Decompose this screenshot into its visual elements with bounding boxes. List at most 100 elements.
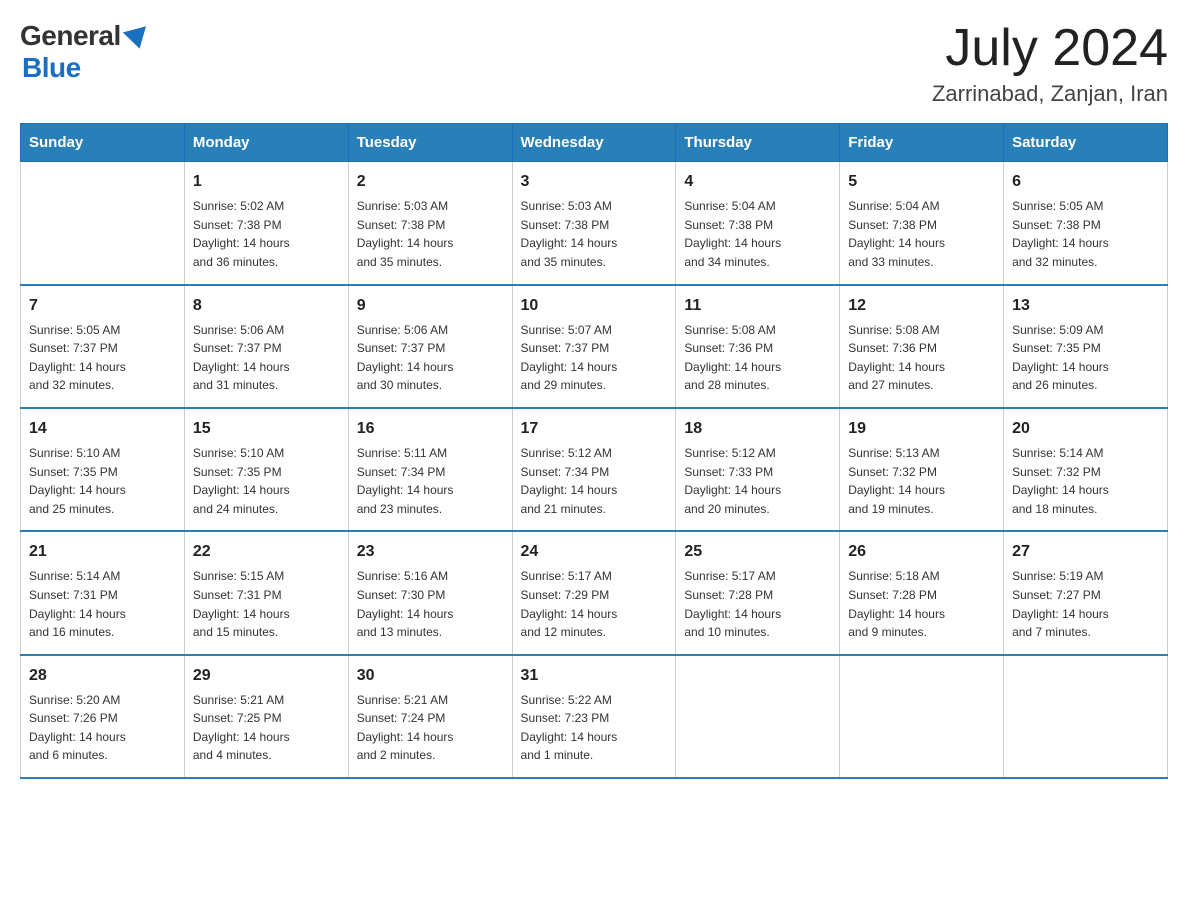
day-number: 27: [1012, 540, 1159, 564]
day-number: 28: [29, 664, 176, 688]
day-number: 14: [29, 417, 176, 441]
day-info: Sunrise: 5:12 AMSunset: 7:33 PMDaylight:…: [684, 444, 831, 518]
weekday-header-thursday: Thursday: [676, 124, 840, 162]
calendar-cell: 28 Sunrise: 5:20 AMSunset: 7:26 PMDayligh…: [21, 655, 185, 778]
weekday-header-wednesday: Wednesday: [512, 124, 676, 162]
day-number: 25: [684, 540, 831, 564]
day-number: 6: [1012, 170, 1159, 194]
day-info: Sunrise: 5:16 AMSunset: 7:30 PMDaylight:…: [357, 567, 504, 641]
day-info: Sunrise: 5:03 AMSunset: 7:38 PMDaylight:…: [521, 197, 668, 271]
day-number: 13: [1012, 294, 1159, 318]
calendar-cell: 22 Sunrise: 5:15 AMSunset: 7:31 PMDayligh…: [184, 531, 348, 654]
day-number: 2: [357, 170, 504, 194]
calendar-cell: 5 Sunrise: 5:04 AMSunset: 7:38 PMDaylight…: [840, 162, 1004, 285]
title-section: July 2024 Zarrinabad, Zanjan, Iran: [932, 20, 1168, 107]
day-info: Sunrise: 5:15 AMSunset: 7:31 PMDaylight:…: [193, 567, 340, 641]
calendar-week-row: 1Sunrise: 5:02 AMSunset: 7:38 PMDaylight…: [21, 162, 1168, 285]
day-number: 4: [684, 170, 831, 194]
calendar-cell: 19 Sunrise: 5:13 AMSunset: 7:32 PMDayligh…: [840, 408, 1004, 531]
day-info: Sunrise: 5:12 AMSunset: 7:34 PMDaylight:…: [521, 444, 668, 518]
logo: General Blue: [20, 20, 149, 84]
calendar-cell: [676, 655, 840, 778]
day-info: Sunrise: 5:09 AMSunset: 7:35 PMDaylight:…: [1012, 321, 1159, 395]
day-info: Sunrise: 5:10 AMSunset: 7:35 PMDaylight:…: [29, 444, 176, 518]
calendar-cell: 23Sunrise: 5:16 AMSunset: 7:30 PMDayligh…: [348, 531, 512, 654]
calendar-cell: 6 Sunrise: 5:05 AMSunset: 7:38 PMDaylight…: [1004, 162, 1168, 285]
day-info: Sunrise: 5:21 AMSunset: 7:24 PMDaylight:…: [357, 691, 504, 765]
calendar-week-row: 21 Sunrise: 5:14 AMSunset: 7:31 PMDayligh…: [21, 531, 1168, 654]
day-info: Sunrise: 5:06 AMSunset: 7:37 PMDaylight:…: [193, 321, 340, 395]
calendar-week-row: 14 Sunrise: 5:10 AMSunset: 7:35 PMDayligh…: [21, 408, 1168, 531]
day-number: 22: [193, 540, 340, 564]
day-number: 11: [684, 294, 831, 318]
day-info: Sunrise: 5:17 AMSunset: 7:29 PMDaylight:…: [521, 567, 668, 641]
day-info: Sunrise: 5:20 AMSunset: 7:26 PMDaylight:…: [29, 691, 176, 765]
calendar-cell: 20 Sunrise: 5:14 AMSunset: 7:32 PMDayligh…: [1004, 408, 1168, 531]
day-info: Sunrise: 5:17 AMSunset: 7:28 PMDaylight:…: [684, 567, 831, 641]
weekday-header-tuesday: Tuesday: [348, 124, 512, 162]
calendar-cell: 21 Sunrise: 5:14 AMSunset: 7:31 PMDayligh…: [21, 531, 185, 654]
day-info: Sunrise: 5:14 AMSunset: 7:31 PMDaylight:…: [29, 567, 176, 641]
day-number: 24: [521, 540, 668, 564]
calendar-cell: [21, 162, 185, 285]
day-info: Sunrise: 5:22 AMSunset: 7:23 PMDaylight:…: [521, 691, 668, 765]
calendar-cell: 29Sunrise: 5:21 AMSunset: 7:25 PMDayligh…: [184, 655, 348, 778]
day-number: 8: [193, 294, 340, 318]
weekday-header-saturday: Saturday: [1004, 124, 1168, 162]
day-number: 3: [521, 170, 668, 194]
day-info: Sunrise: 5:08 AMSunset: 7:36 PMDaylight:…: [684, 321, 831, 395]
calendar-cell: 14 Sunrise: 5:10 AMSunset: 7:35 PMDayligh…: [21, 408, 185, 531]
day-number: 21: [29, 540, 176, 564]
weekday-header-friday: Friday: [840, 124, 1004, 162]
calendar-cell: 10Sunrise: 5:07 AMSunset: 7:37 PMDayligh…: [512, 285, 676, 408]
calendar-cell: 18 Sunrise: 5:12 AMSunset: 7:33 PMDayligh…: [676, 408, 840, 531]
weekday-header-sunday: Sunday: [21, 124, 185, 162]
calendar-header-row: SundayMondayTuesdayWednesdayThursdayFrid…: [21, 124, 1168, 162]
day-info: Sunrise: 5:03 AMSunset: 7:38 PMDaylight:…: [357, 197, 504, 271]
day-number: 31: [521, 664, 668, 688]
calendar-cell: 30 Sunrise: 5:21 AMSunset: 7:24 PMDayligh…: [348, 655, 512, 778]
day-info: Sunrise: 5:19 AMSunset: 7:27 PMDaylight:…: [1012, 567, 1159, 641]
day-number: 18: [684, 417, 831, 441]
calendar-table: SundayMondayTuesdayWednesdayThursdayFrid…: [20, 123, 1168, 779]
day-number: 26: [848, 540, 995, 564]
day-info: Sunrise: 5:21 AMSunset: 7:25 PMDaylight:…: [193, 691, 340, 765]
day-number: 10: [521, 294, 668, 318]
day-info: Sunrise: 5:14 AMSunset: 7:32 PMDaylight:…: [1012, 444, 1159, 518]
logo-general-text: General: [20, 20, 121, 52]
calendar-cell: 13 Sunrise: 5:09 AMSunset: 7:35 PMDayligh…: [1004, 285, 1168, 408]
calendar-cell: 12Sunrise: 5:08 AMSunset: 7:36 PMDayligh…: [840, 285, 1004, 408]
calendar-cell: 8 Sunrise: 5:06 AMSunset: 7:37 PMDaylight…: [184, 285, 348, 408]
calendar-cell: 26Sunrise: 5:18 AMSunset: 7:28 PMDayligh…: [840, 531, 1004, 654]
day-number: 16: [357, 417, 504, 441]
day-number: 20: [1012, 417, 1159, 441]
calendar-cell: 15Sunrise: 5:10 AMSunset: 7:35 PMDayligh…: [184, 408, 348, 531]
logo-triangle-icon: [123, 26, 151, 52]
calendar-cell: 17 Sunrise: 5:12 AMSunset: 7:34 PMDayligh…: [512, 408, 676, 531]
day-number: 17: [521, 417, 668, 441]
day-number: 9: [357, 294, 504, 318]
day-info: Sunrise: 5:06 AMSunset: 7:37 PMDaylight:…: [357, 321, 504, 395]
calendar-cell: 11 Sunrise: 5:08 AMSunset: 7:36 PMDayligh…: [676, 285, 840, 408]
weekday-header-monday: Monday: [184, 124, 348, 162]
day-number: 12: [848, 294, 995, 318]
calendar-cell: [1004, 655, 1168, 778]
day-number: 7: [29, 294, 176, 318]
day-number: 5: [848, 170, 995, 194]
calendar-cell: 4 Sunrise: 5:04 AMSunset: 7:38 PMDaylight…: [676, 162, 840, 285]
day-info: Sunrise: 5:13 AMSunset: 7:32 PMDaylight:…: [848, 444, 995, 518]
day-number: 1: [193, 170, 340, 194]
day-info: Sunrise: 5:04 AMSunset: 7:38 PMDaylight:…: [684, 197, 831, 271]
calendar-cell: [840, 655, 1004, 778]
calendar-cell: 1Sunrise: 5:02 AMSunset: 7:38 PMDaylight…: [184, 162, 348, 285]
day-info: Sunrise: 5:05 AMSunset: 7:38 PMDaylight:…: [1012, 197, 1159, 271]
calendar-cell: 2 Sunrise: 5:03 AMSunset: 7:38 PMDaylight…: [348, 162, 512, 285]
day-info: Sunrise: 5:04 AMSunset: 7:38 PMDaylight:…: [848, 197, 995, 271]
calendar-cell: 27 Sunrise: 5:19 AMSunset: 7:27 PMDayligh…: [1004, 531, 1168, 654]
calendar-cell: 9 Sunrise: 5:06 AMSunset: 7:37 PMDaylight…: [348, 285, 512, 408]
day-number: 15: [193, 417, 340, 441]
day-number: 19: [848, 417, 995, 441]
day-number: 30: [357, 664, 504, 688]
page-header: General Blue July 2024 Zarrinabad, Zanja…: [20, 20, 1168, 107]
month-title: July 2024: [932, 20, 1168, 77]
